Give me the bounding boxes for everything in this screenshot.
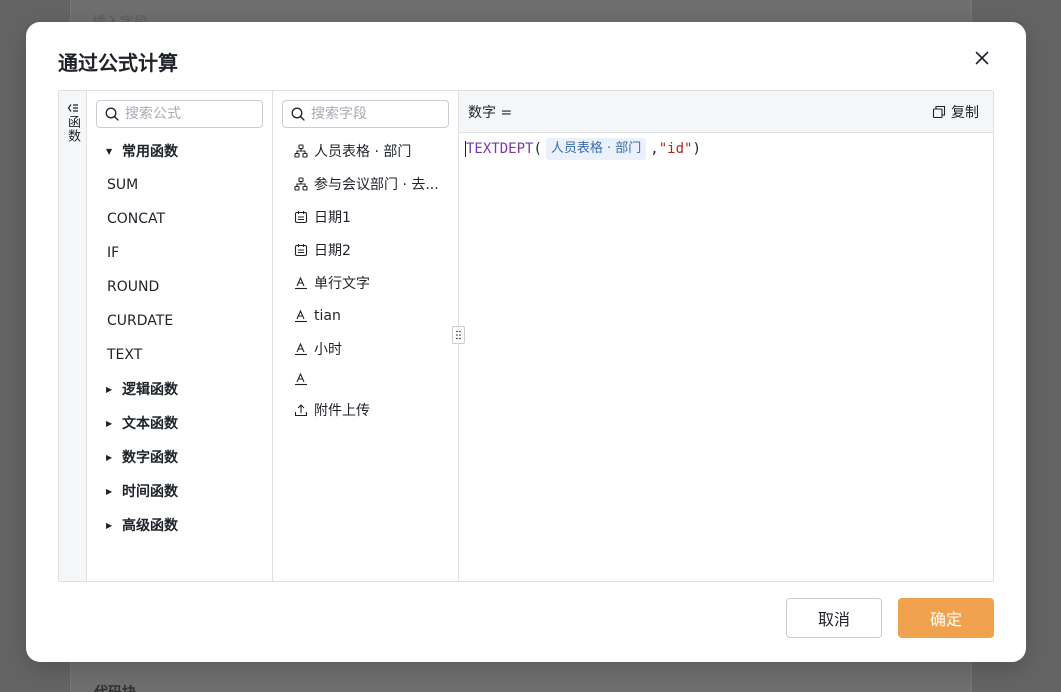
field-label: 日期1 — [314, 209, 351, 226]
function-group-logic[interactable]: ▶ 逻辑函数 — [96, 372, 263, 406]
function-group-text[interactable]: ▶ 文本函数 — [96, 406, 263, 440]
org-icon — [294, 143, 308, 158]
function-search-box[interactable] — [96, 100, 263, 128]
formula-field-tag[interactable]: 人员表格 · 部门 — [545, 138, 647, 160]
function-item-text[interactable]: TEXT — [96, 338, 263, 372]
field-label: 日期2 — [314, 242, 351, 259]
upload-icon — [294, 403, 308, 416]
search-icon — [291, 107, 305, 121]
caret-down-icon: ▼ — [106, 146, 113, 156]
drag-handle-icon — [456, 330, 461, 340]
formula-editor-panel: 数字 = 复制 TEXTDEPT ( 人员表格 · 部门 , "id") — [459, 91, 993, 581]
formula-comma: , — [650, 141, 659, 157]
formula-function-name: TEXTDEPT — [466, 141, 534, 157]
field-search-box[interactable] — [282, 100, 449, 128]
function-item-sum[interactable]: SUM — [96, 168, 263, 202]
formula-editor[interactable]: TEXTDEPT ( 人员表格 · 部门 , "id" ) — [459, 133, 993, 581]
formula-line: TEXTDEPT ( 人员表格 · 部门 , "id" ) — [465, 138, 987, 160]
field-item[interactable]: 人员表格 · 部门 — [282, 134, 449, 167]
search-icon — [105, 107, 119, 121]
text-icon — [295, 342, 307, 355]
function-panel-toggle[interactable]: 函数 — [59, 91, 87, 581]
field-item[interactable]: 小时 — [282, 332, 449, 365]
formula-panel: 函数 ▼ 常用函数 SUM CONCAT IF ROUND CURDAT — [58, 90, 994, 582]
function-group-label: 高级函数 — [122, 518, 178, 534]
field-item[interactable]: 单行文字 — [282, 266, 449, 299]
function-group-label: 数字函数 — [122, 450, 178, 466]
function-group-label: 文本函数 — [122, 416, 178, 432]
function-group-number[interactable]: ▶ 数字函数 — [96, 440, 263, 474]
resize-handle[interactable] — [452, 326, 465, 344]
caret-right-icon: ▶ — [106, 452, 113, 462]
caret-right-icon: ▶ — [106, 384, 113, 394]
field-item[interactable]: 参与会议部门 · 去... — [282, 167, 449, 200]
field-item[interactable] — [282, 365, 449, 393]
close-icon — [975, 51, 989, 65]
function-group-label: 时间函数 — [122, 484, 178, 500]
function-item-if[interactable]: IF — [96, 236, 263, 270]
function-item-concat[interactable]: CONCAT — [96, 202, 263, 236]
function-item-curdate[interactable]: CURDATE — [96, 304, 263, 338]
function-list-panel: ▼ 常用函数 SUM CONCAT IF ROUND CURDATE TEXT … — [87, 91, 273, 581]
caret-right-icon: ▶ — [106, 418, 113, 428]
function-search-input[interactable] — [125, 106, 255, 122]
field-item[interactable]: 日期1 — [282, 200, 449, 233]
dialog-title: 通过公式计算 — [58, 51, 178, 75]
calendar-icon — [294, 210, 308, 223]
formula-dialog: 通过公式计算 函数 ▼ — [26, 22, 1026, 662]
function-group-label: 常用函数 — [122, 144, 178, 160]
function-group-label: 逻辑函数 — [122, 382, 178, 398]
confirm-button[interactable]: 确定 — [898, 598, 994, 638]
function-list: ▼ 常用函数 SUM CONCAT IF ROUND CURDATE TEXT … — [96, 134, 263, 542]
function-item-round[interactable]: ROUND — [96, 270, 263, 304]
collapse-left-icon — [67, 104, 78, 112]
formula-close-paren: ) — [692, 141, 701, 157]
field-list: 人员表格 · 部门 参与会议部门 · 去... 日期1 日期2 单行文字 tia… — [282, 134, 449, 426]
caret-right-icon: ▶ — [106, 520, 113, 530]
text-icon — [295, 276, 307, 289]
formula-string-arg: "id" — [658, 141, 693, 157]
field-item[interactable]: 附件上传 — [282, 393, 449, 426]
cancel-button[interactable]: 取消 — [786, 598, 882, 638]
field-label: tian — [314, 307, 341, 324]
editor-header: 数字 = 复制 — [459, 91, 993, 133]
function-group-time[interactable]: ▶ 时间函数 — [96, 474, 263, 508]
field-item[interactable]: 日期2 — [282, 233, 449, 266]
field-search-input[interactable] — [311, 106, 441, 122]
field-label: 单行文字 — [314, 275, 370, 292]
field-item[interactable]: tian — [282, 299, 449, 332]
field-label: 小时 — [314, 341, 342, 358]
copy-icon — [932, 105, 946, 118]
field-label: 人员表格 · 部门 — [314, 143, 412, 160]
formula-open-paren: ( — [533, 141, 542, 157]
close-button[interactable] — [972, 48, 992, 68]
text-icon — [295, 309, 307, 322]
function-group-advanced[interactable]: ▶ 高级函数 — [96, 508, 263, 542]
field-label: 附件上传 — [314, 402, 370, 419]
copy-button[interactable]: 复制 — [932, 102, 979, 122]
field-label: 参与会议部门 · 去... — [314, 176, 439, 193]
caret-right-icon: ▶ — [106, 486, 113, 496]
field-list-panel: 人员表格 · 部门 参与会议部门 · 去... — [273, 91, 465, 581]
function-toggle-label: 函数 — [65, 115, 80, 143]
function-group-common[interactable]: ▼ 常用函数 — [96, 134, 263, 168]
text-icon — [295, 372, 307, 386]
calendar-icon — [294, 243, 308, 256]
target-field-label: 数字 = — [468, 104, 513, 121]
copy-label: 复制 — [951, 104, 979, 121]
org-icon — [294, 176, 308, 191]
